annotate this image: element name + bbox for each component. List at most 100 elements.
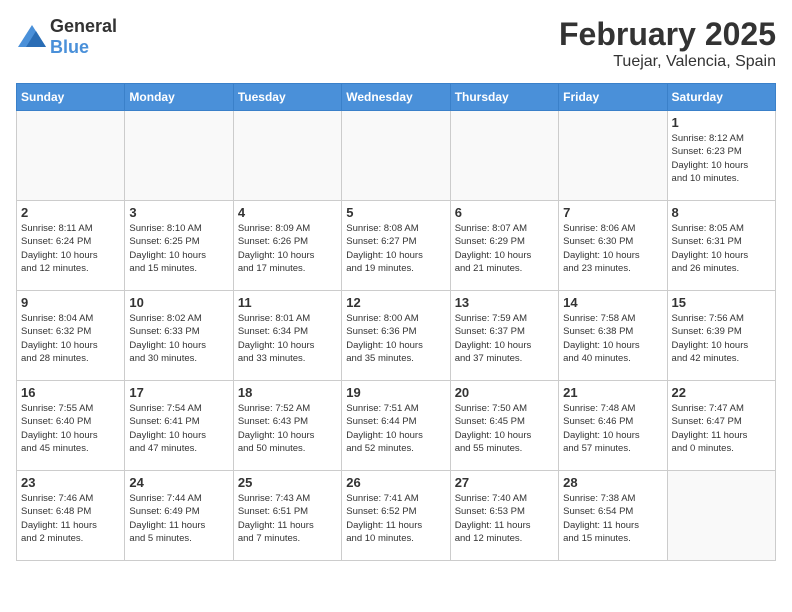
calendar-cell: 16 Sunrise: 7:55 AM Sunset: 6:40 PM Dayli…	[17, 381, 125, 471]
header: General Blue February 2025 Tuejar, Valen…	[16, 16, 776, 71]
calendar-cell: 26 Sunrise: 7:41 AM Sunset: 6:52 PM Dayli…	[342, 471, 450, 561]
day-number: 12	[346, 295, 445, 310]
day-info: Sunrise: 7:55 AM Sunset: 6:40 PM Dayligh…	[21, 402, 120, 455]
calendar-cell: 19 Sunrise: 7:51 AM Sunset: 6:44 PM Dayli…	[342, 381, 450, 471]
day-number: 11	[238, 295, 337, 310]
day-info: Sunrise: 7:58 AM Sunset: 6:38 PM Dayligh…	[563, 312, 662, 365]
day-info: Sunrise: 7:44 AM Sunset: 6:49 PM Dayligh…	[129, 492, 228, 545]
day-number: 23	[21, 475, 120, 490]
day-number: 1	[672, 115, 771, 130]
calendar-cell: 10 Sunrise: 8:02 AM Sunset: 6:33 PM Dayli…	[125, 291, 233, 381]
calendar-cell: 25 Sunrise: 7:43 AM Sunset: 6:51 PM Dayli…	[233, 471, 341, 561]
day-number: 13	[455, 295, 554, 310]
day-info: Sunrise: 7:47 AM Sunset: 6:47 PM Dayligh…	[672, 402, 771, 455]
day-info: Sunrise: 8:07 AM Sunset: 6:29 PM Dayligh…	[455, 222, 554, 275]
calendar-cell: 9 Sunrise: 8:04 AM Sunset: 6:32 PM Daylig…	[17, 291, 125, 381]
calendar-cell: 4Sunrise: 8:09 AM Sunset: 6:26 PM Daylig…	[233, 201, 341, 291]
calendar-cell: 27 Sunrise: 7:40 AM Sunset: 6:53 PM Dayli…	[450, 471, 558, 561]
day-info: Sunrise: 8:01 AM Sunset: 6:34 PM Dayligh…	[238, 312, 337, 365]
calendar-cell	[17, 111, 125, 201]
day-number: 21	[563, 385, 662, 400]
day-number: 25	[238, 475, 337, 490]
calendar-cell: 21 Sunrise: 7:48 AM Sunset: 6:46 PM Dayli…	[559, 381, 667, 471]
calendar-cell	[342, 111, 450, 201]
calendar-cell: 23 Sunrise: 7:46 AM Sunset: 6:48 PM Dayli…	[17, 471, 125, 561]
location-title: Tuejar, Valencia, Spain	[559, 53, 776, 71]
day-info: Sunrise: 8:08 AM Sunset: 6:27 PM Dayligh…	[346, 222, 445, 275]
day-number: 26	[346, 475, 445, 490]
day-header-friday: Friday	[559, 84, 667, 111]
day-header-thursday: Thursday	[450, 84, 558, 111]
day-number: 4	[238, 205, 337, 220]
day-number: 27	[455, 475, 554, 490]
day-header-sunday: Sunday	[17, 84, 125, 111]
day-number: 28	[563, 475, 662, 490]
calendar-cell: 3Sunrise: 8:10 AM Sunset: 6:25 PM Daylig…	[125, 201, 233, 291]
logo-general: General	[50, 16, 117, 36]
logo: General Blue	[16, 16, 117, 58]
day-info: Sunrise: 8:02 AM Sunset: 6:33 PM Dayligh…	[129, 312, 228, 365]
calendar-cell	[667, 471, 775, 561]
title-block: February 2025 Tuejar, Valencia, Spain	[559, 16, 776, 71]
week-row-2: 2Sunrise: 8:11 AM Sunset: 6:24 PM Daylig…	[17, 201, 776, 291]
logo-blue: Blue	[50, 37, 89, 57]
day-number: 19	[346, 385, 445, 400]
day-info: Sunrise: 8:00 AM Sunset: 6:36 PM Dayligh…	[346, 312, 445, 365]
calendar-cell: 7Sunrise: 8:06 AM Sunset: 6:30 PM Daylig…	[559, 201, 667, 291]
day-number: 6	[455, 205, 554, 220]
calendar-cell: 6 Sunrise: 8:07 AM Sunset: 6:29 PM Daylig…	[450, 201, 558, 291]
calendar-cell: 5 Sunrise: 8:08 AM Sunset: 6:27 PM Daylig…	[342, 201, 450, 291]
day-info: Sunrise: 7:54 AM Sunset: 6:41 PM Dayligh…	[129, 402, 228, 455]
day-info: Sunrise: 7:38 AM Sunset: 6:54 PM Dayligh…	[563, 492, 662, 545]
day-number: 20	[455, 385, 554, 400]
week-row-3: 9 Sunrise: 8:04 AM Sunset: 6:32 PM Daylig…	[17, 291, 776, 381]
calendar-cell: 13 Sunrise: 7:59 AM Sunset: 6:37 PM Dayli…	[450, 291, 558, 381]
day-info: Sunrise: 7:52 AM Sunset: 6:43 PM Dayligh…	[238, 402, 337, 455]
day-info: Sunrise: 8:04 AM Sunset: 6:32 PM Dayligh…	[21, 312, 120, 365]
day-info: Sunrise: 7:46 AM Sunset: 6:48 PM Dayligh…	[21, 492, 120, 545]
day-info: Sunrise: 7:59 AM Sunset: 6:37 PM Dayligh…	[455, 312, 554, 365]
day-number: 15	[672, 295, 771, 310]
calendar-cell	[233, 111, 341, 201]
calendar-cell: 12 Sunrise: 8:00 AM Sunset: 6:36 PM Dayli…	[342, 291, 450, 381]
calendar-cell: 18 Sunrise: 7:52 AM Sunset: 6:43 PM Dayli…	[233, 381, 341, 471]
logo-icon	[16, 23, 48, 51]
calendar-cell: 1 Sunrise: 8:12 AM Sunset: 6:23 PM Daylig…	[667, 111, 775, 201]
day-header-tuesday: Tuesday	[233, 84, 341, 111]
day-info: Sunrise: 7:48 AM Sunset: 6:46 PM Dayligh…	[563, 402, 662, 455]
calendar-cell: 15 Sunrise: 7:56 AM Sunset: 6:39 PM Dayli…	[667, 291, 775, 381]
calendar-cell: 8 Sunrise: 8:05 AM Sunset: 6:31 PM Daylig…	[667, 201, 775, 291]
day-number: 3	[129, 205, 228, 220]
day-info: Sunrise: 8:12 AM Sunset: 6:23 PM Dayligh…	[672, 132, 771, 185]
day-number: 18	[238, 385, 337, 400]
calendar-cell: 17Sunrise: 7:54 AM Sunset: 6:41 PM Dayli…	[125, 381, 233, 471]
day-number: 22	[672, 385, 771, 400]
day-info: Sunrise: 8:06 AM Sunset: 6:30 PM Dayligh…	[563, 222, 662, 275]
week-row-4: 16 Sunrise: 7:55 AM Sunset: 6:40 PM Dayli…	[17, 381, 776, 471]
calendar-cell: 2Sunrise: 8:11 AM Sunset: 6:24 PM Daylig…	[17, 201, 125, 291]
day-info: Sunrise: 7:56 AM Sunset: 6:39 PM Dayligh…	[672, 312, 771, 365]
day-number: 9	[21, 295, 120, 310]
calendar-cell: 28 Sunrise: 7:38 AM Sunset: 6:54 PM Dayli…	[559, 471, 667, 561]
calendar-cell	[125, 111, 233, 201]
day-info: Sunrise: 7:51 AM Sunset: 6:44 PM Dayligh…	[346, 402, 445, 455]
calendar-header-row: SundayMondayTuesdayWednesdayThursdayFrid…	[17, 84, 776, 111]
day-number: 2	[21, 205, 120, 220]
day-number: 10	[129, 295, 228, 310]
day-header-wednesday: Wednesday	[342, 84, 450, 111]
day-number: 16	[21, 385, 120, 400]
calendar: SundayMondayTuesdayWednesdayThursdayFrid…	[16, 83, 776, 561]
day-info: Sunrise: 7:43 AM Sunset: 6:51 PM Dayligh…	[238, 492, 337, 545]
day-info: Sunrise: 7:41 AM Sunset: 6:52 PM Dayligh…	[346, 492, 445, 545]
day-number: 8	[672, 205, 771, 220]
calendar-cell: 24Sunrise: 7:44 AM Sunset: 6:49 PM Dayli…	[125, 471, 233, 561]
calendar-cell: 14Sunrise: 7:58 AM Sunset: 6:38 PM Dayli…	[559, 291, 667, 381]
calendar-cell	[559, 111, 667, 201]
month-title: February 2025	[559, 16, 776, 53]
calendar-cell	[450, 111, 558, 201]
day-number: 5	[346, 205, 445, 220]
day-info: Sunrise: 7:50 AM Sunset: 6:45 PM Dayligh…	[455, 402, 554, 455]
day-header-saturday: Saturday	[667, 84, 775, 111]
day-info: Sunrise: 8:05 AM Sunset: 6:31 PM Dayligh…	[672, 222, 771, 275]
day-info: Sunrise: 7:40 AM Sunset: 6:53 PM Dayligh…	[455, 492, 554, 545]
